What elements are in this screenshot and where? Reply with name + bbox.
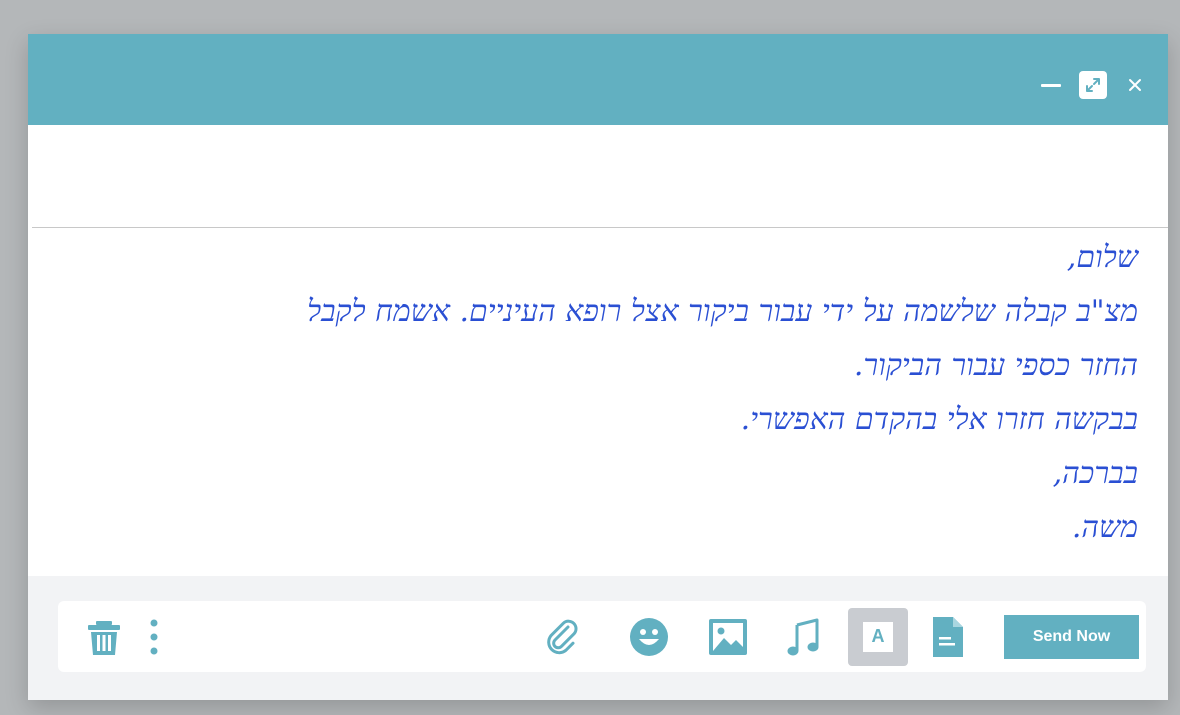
expand-icon — [1079, 71, 1107, 99]
trash-icon — [88, 620, 120, 655]
divider — [32, 227, 1168, 228]
subject-area[interactable] — [28, 125, 1168, 227]
minimize-icon — [1041, 83, 1061, 87]
more-options-button[interactable] — [140, 601, 168, 672]
delete-button[interactable] — [82, 601, 126, 672]
smiley-icon — [630, 617, 668, 656]
compose-toolbar: A Send Now — [58, 601, 1146, 672]
minimize-button[interactable] — [1036, 70, 1066, 100]
compose-footer: A Send Now — [28, 576, 1168, 700]
document-icon — [933, 616, 963, 657]
attach-button[interactable] — [538, 601, 588, 672]
insert-audio-button[interactable] — [778, 601, 828, 672]
music-note-icon — [787, 618, 819, 655]
message-body[interactable]: שלום, מצ"ב קבלה שלשמה על ידי עבור ביקור … — [68, 231, 1138, 576]
message-line-signature: משה. — [1071, 510, 1138, 545]
close-icon — [1129, 79, 1141, 91]
insert-document-button[interactable] — [926, 601, 970, 672]
more-vertical-icon — [150, 619, 158, 654]
title-bar — [28, 34, 1168, 125]
text-format-button[interactable]: A — [848, 601, 908, 672]
text-format-icon: A — [863, 621, 893, 652]
expand-button[interactable] — [1078, 70, 1108, 100]
image-icon — [709, 618, 747, 655]
close-button[interactable] — [1120, 70, 1150, 100]
message-line-greeting: שלום, — [1066, 240, 1138, 275]
insert-image-button[interactable] — [703, 601, 753, 672]
window-controls — [1036, 70, 1150, 100]
paperclip-icon — [547, 619, 578, 654]
compose-window: שלום, מצ"ב קבלה שלשמה על ידי עבור ביקור … — [28, 34, 1168, 700]
message-line-3: בבקשה חזרו אלי בהקדם האפשרי. — [740, 402, 1138, 437]
message-line-2: החזר כספי עבור הביקור. — [853, 348, 1138, 383]
emoji-button[interactable] — [624, 601, 674, 672]
send-now-button[interactable]: Send Now — [1004, 615, 1139, 659]
text-format-selected: A — [848, 607, 908, 666]
message-line-closing: בברכה, — [1052, 456, 1138, 491]
message-line-1: מצ"ב קבלה שלשמה על ידי עבור ביקור אצל רו… — [307, 294, 1138, 329]
